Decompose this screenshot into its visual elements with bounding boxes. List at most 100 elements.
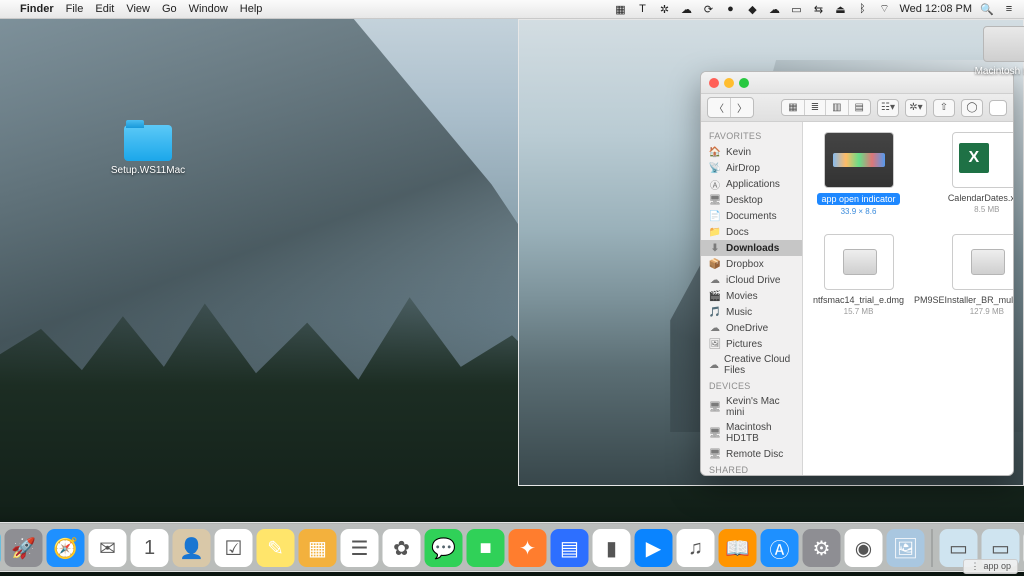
file-meta: 8.5 MB bbox=[914, 205, 1013, 214]
coverflow-view-button[interactable]: ▤ bbox=[849, 100, 870, 115]
sidebar-item-label: Creative Cloud Files bbox=[724, 354, 794, 376]
dock-app-numbers[interactable]: ▮ bbox=[593, 529, 631, 567]
dock-app-ibooks[interactable]: ▤ bbox=[551, 529, 589, 567]
finder-titlebar[interactable] bbox=[701, 72, 1013, 94]
share-button[interactable]: ⇧ bbox=[933, 99, 955, 117]
back-button[interactable]: 〈 bbox=[708, 98, 731, 117]
dock-app-imessage[interactable]: 💬 bbox=[425, 529, 463, 567]
eject-icon[interactable]: ⏏ bbox=[833, 2, 847, 16]
file-item[interactable]: app open indicator33.9 × 8.6 bbox=[813, 132, 904, 216]
dock-app-trello[interactable]: ▦ bbox=[299, 529, 337, 567]
dock-app-notes[interactable]: ✎ bbox=[257, 529, 295, 567]
desktop-folder[interactable]: Setup.WS11Mac bbox=[110, 125, 186, 176]
sidebar-item-icon: 🖼 bbox=[709, 338, 721, 350]
menubar: Finder File Edit View Go Window Help ▦ T… bbox=[0, 0, 1024, 19]
file-thumbnail-screenshot bbox=[824, 132, 894, 188]
dock-app-messages[interactable]: ☰ bbox=[341, 529, 379, 567]
sidebar-item-airdrop[interactable]: 📡 AirDrop bbox=[701, 160, 802, 176]
sidebar-device-kevin-s-mac-mini[interactable]: 🖥Kevin's Mac mini bbox=[701, 394, 802, 420]
sidebar-item-label: AirDrop bbox=[726, 163, 760, 174]
search-field[interactable] bbox=[989, 100, 1007, 116]
sidebar-device-remote-disc[interactable]: 🖥Remote Disc bbox=[701, 446, 802, 462]
minimize-button[interactable] bbox=[724, 78, 734, 88]
sidebar-item-pictures[interactable]: 🖼Pictures bbox=[701, 336, 802, 352]
disk-icon[interactable]: ● bbox=[723, 2, 737, 16]
sidebar-item-dropbox[interactable]: 📦Dropbox bbox=[701, 256, 802, 272]
desktop-disk[interactable]: Macintosh HD bbox=[968, 26, 1024, 77]
sidebar-item-creative-cloud-files[interactable]: ☁Creative Cloud Files bbox=[701, 352, 802, 378]
sidebar-item-downloads[interactable]: ⬇Downloads bbox=[701, 240, 802, 256]
dock-app-mail[interactable]: ✉ bbox=[89, 529, 127, 567]
dock-app-itunes[interactable]: ♫ bbox=[677, 529, 715, 567]
sync-icon[interactable]: ⟳ bbox=[701, 2, 715, 16]
dock-app-calendar[interactable]: 1 bbox=[131, 529, 169, 567]
sidebar-item-label: Music bbox=[726, 307, 752, 318]
wifi-icon[interactable]: ⌔ bbox=[877, 2, 891, 16]
excel-icon: X bbox=[959, 143, 989, 173]
notifications-icon[interactable]: ≡ bbox=[1002, 2, 1016, 16]
dock-app-reminders[interactable]: ☑ bbox=[215, 529, 253, 567]
column-view-button[interactable]: ▥ bbox=[826, 100, 848, 115]
dock-app-systemprefs[interactable]: ⚙ bbox=[803, 529, 841, 567]
file-item[interactable]: ntfsmac14_trial_e.dmg15.7 MB bbox=[813, 234, 904, 316]
dock-app-contacts[interactable]: 👤 bbox=[173, 529, 211, 567]
menu-extra-icon[interactable]: ✲ bbox=[657, 2, 671, 16]
dock-app-ibooks2[interactable]: 📖 bbox=[719, 529, 757, 567]
sidebar-item-icon: 🖥 bbox=[709, 194, 721, 206]
cloud-icon[interactable]: ☁ bbox=[767, 2, 781, 16]
sidebar-item-icloud-drive[interactable]: ☁iCloud Drive bbox=[701, 272, 802, 288]
forward-button[interactable]: 〉 bbox=[731, 98, 753, 117]
corner-badge[interactable]: ⋮app op bbox=[963, 559, 1018, 574]
sidebar-item-kevin[interactable]: 🏠Kevin bbox=[701, 144, 802, 160]
menubar-item-window[interactable]: Window bbox=[189, 3, 228, 15]
menubar-item-file[interactable]: File bbox=[66, 3, 84, 15]
display-icon[interactable]: ▭ bbox=[789, 2, 803, 16]
menubar-item-edit[interactable]: Edit bbox=[95, 3, 114, 15]
file-meta: 33.9 × 8.6 bbox=[813, 207, 904, 216]
bluetooth-icon[interactable]: ᛒ bbox=[855, 2, 869, 16]
sidebar-item-icon: 📡 bbox=[709, 162, 721, 174]
spotlight-icon[interactable]: 🔍 bbox=[980, 2, 994, 16]
sidebar-item-documents[interactable]: 📄Documents bbox=[701, 208, 802, 224]
arrange-button[interactable]: ☷▾ bbox=[877, 99, 899, 117]
dock-app-preview[interactable]: 🖼 bbox=[887, 529, 925, 567]
dock-app-facetime[interactable]: ■ bbox=[467, 529, 505, 567]
sidebar-item-applications[interactable]: ⒶApplications bbox=[701, 176, 802, 192]
menubar-app-name[interactable]: Finder bbox=[20, 3, 54, 15]
file-item[interactable]: PM9SEInstaller_BR_multilang2.dmg127.9 MB bbox=[914, 234, 1013, 316]
dock-app-launchpad[interactable]: 🚀 bbox=[5, 529, 43, 567]
action-button[interactable]: ✲▾ bbox=[905, 99, 927, 117]
menubar-item-help[interactable]: Help bbox=[240, 3, 263, 15]
dock-app-chrome2[interactable]: ◉ bbox=[845, 529, 883, 567]
file-thumbnail-excel: X bbox=[952, 132, 1013, 188]
dock-app-finder[interactable]: ☻ bbox=[0, 529, 1, 567]
arrows-icon[interactable]: ⇆ bbox=[811, 2, 825, 16]
finder-content[interactable]: app open indicator33.9 × 8.6XCalendarDat… bbox=[803, 122, 1013, 475]
sidebar-item-docs[interactable]: 📁Docs bbox=[701, 224, 802, 240]
sidebar-item-movies[interactable]: 🎬Movies bbox=[701, 288, 802, 304]
sidebar-item-music[interactable]: 🎵Music bbox=[701, 304, 802, 320]
file-item[interactable]: XCalendarDates.xlsx8.5 MB bbox=[914, 132, 1013, 216]
dock-app-safari[interactable]: 🧭 bbox=[47, 529, 85, 567]
shield-icon[interactable]: ◆ bbox=[745, 2, 759, 16]
list-view-button[interactable]: ≣ bbox=[805, 100, 826, 115]
cloud-icon[interactable]: ☁ bbox=[679, 2, 693, 16]
menu-extra-icon[interactable]: T bbox=[635, 2, 649, 16]
menubar-item-view[interactable]: View bbox=[126, 3, 150, 15]
sidebar-item-icon: ⬇ bbox=[709, 242, 721, 254]
sidebar-item-onedrive[interactable]: ☁OneDrive bbox=[701, 320, 802, 336]
menu-extra-icon[interactable]: ▦ bbox=[613, 2, 627, 16]
dock-app-photobooth[interactable]: ✦ bbox=[509, 529, 547, 567]
zoom-button[interactable] bbox=[739, 78, 749, 88]
menubar-item-go[interactable]: Go bbox=[162, 3, 177, 15]
menubar-clock[interactable]: Wed 12:08 PM bbox=[899, 3, 972, 15]
dock-app-keynote[interactable]: ▶ bbox=[635, 529, 673, 567]
dock-app-appstore[interactable]: Ⓐ bbox=[761, 529, 799, 567]
sidebar-item-icon: 📄 bbox=[709, 210, 721, 222]
sidebar-device-macintosh-hd1tb[interactable]: 🖥Macintosh HD1TB bbox=[701, 420, 802, 446]
tags-button[interactable]: ◯ bbox=[961, 99, 983, 117]
icon-view-button[interactable]: ▦ bbox=[782, 100, 804, 115]
close-button[interactable] bbox=[709, 78, 719, 88]
sidebar-item-desktop[interactable]: 🖥Desktop bbox=[701, 192, 802, 208]
dock-app-photos[interactable]: ✿ bbox=[383, 529, 421, 567]
